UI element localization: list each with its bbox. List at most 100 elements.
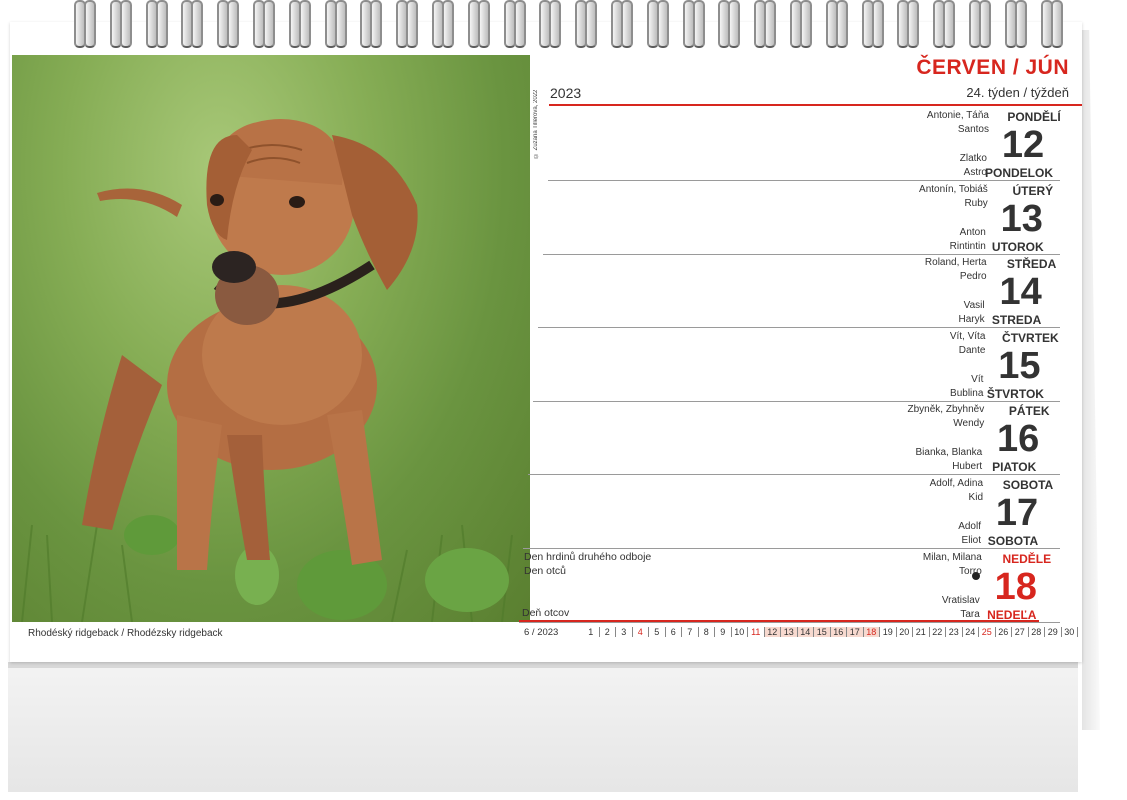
name-days-top: Antonie, Táňa Santos [927, 109, 989, 137]
name-day-sk: Wendy [953, 418, 985, 430]
name-days-bottom: Bianka, Blanka Hubert [915, 446, 982, 474]
mini-calendar-day: 24 [963, 627, 979, 637]
name-day-sk: Astro [963, 167, 987, 178]
binding-ring [396, 0, 419, 48]
name-day-sk: Ruby [964, 197, 988, 209]
mini-calendar-day: 5 [649, 627, 666, 637]
mini-calendar-day: 11 [748, 627, 765, 637]
day-name-cz: SOBOTA [1002, 478, 1054, 492]
binding-ring [682, 0, 705, 48]
mini-calendar-day: 6 [666, 627, 682, 637]
name-day-sk: Haryk [958, 314, 985, 326]
binding-ring [539, 0, 562, 48]
day-name-cz: ÚTERÝ [1012, 183, 1054, 198]
binding-ring [933, 0, 956, 48]
day-number: 15 [998, 344, 1041, 387]
binding-ring [432, 0, 454, 48]
name-day-sk: Tara [960, 608, 980, 620]
month-title: ČERVEN / JÚN [916, 56, 1069, 79]
binding-ring [109, 0, 132, 48]
mini-calendar-day: 14 [797, 627, 814, 637]
holiday-cz-1: Den hrdinů druhého odboje [524, 551, 652, 563]
day-number: 13 [1000, 197, 1043, 240]
name-days-top: Roland, Herta Pedro [925, 256, 987, 284]
name-day-sk: Santos [957, 124, 989, 135]
calendar-stand [8, 662, 1078, 792]
mini-calendar-day: 4 [633, 627, 649, 637]
mini-calendar-day: 26 [996, 627, 1012, 637]
binding-ring [1004, 0, 1027, 48]
binding-ring [360, 0, 383, 48]
day-number: 12 [1001, 124, 1045, 166]
name-day-sk: Rintintin [949, 240, 986, 252]
mini-calendar-day: 12 [764, 627, 781, 637]
binding-ring [467, 0, 490, 48]
mini-calendar-day: 17 [847, 627, 864, 637]
binding-ring [825, 0, 848, 48]
year-label: 2023 [550, 85, 582, 101]
name-day-sk: Dante [958, 344, 986, 356]
binding-ring [790, 0, 812, 48]
day-name-sk: NEDEĽA [987, 607, 1037, 622]
mini-calendar-day: 9 [715, 627, 732, 637]
name-day-cz: Zbyněk, Zbyhněv [907, 404, 985, 416]
binding-ring [718, 0, 741, 48]
name-day-cz: Bianka, Blanka [915, 447, 983, 459]
name-days-bottom: Adolf Eliot [958, 520, 981, 548]
name-day-sk: Bublina [950, 387, 984, 399]
mini-calendar-day: 25 [979, 627, 996, 637]
holiday-sk-1: Deň otcov [522, 607, 570, 619]
mini-calendar-day: 1 [583, 627, 600, 637]
binding-ring [646, 0, 669, 48]
name-days-bottom: Vratislav Tara [942, 594, 980, 622]
mini-calendar-day: 3 [616, 627, 633, 637]
binding-ring [74, 0, 96, 48]
mini-calendar-day: 28 [1029, 627, 1045, 637]
name-days-bottom: Vít Bublina [950, 373, 983, 401]
mini-calendar-label: 6 / 2023 [524, 627, 559, 638]
mini-calendar-day: 8 [699, 627, 715, 637]
header-rule [549, 104, 1082, 106]
day-name-cz: STŘEDA [1006, 257, 1057, 272]
name-day-cz: Anton [959, 226, 986, 238]
name-day-cz: Milan, Milana [922, 551, 982, 563]
name-day-cz: Vít [971, 373, 984, 385]
binding-ring [324, 0, 347, 48]
binding-ring [253, 0, 275, 48]
stand-back-edge [1082, 30, 1100, 730]
day-name-sk: STREDA [991, 313, 1042, 328]
day-number: 16 [997, 418, 1040, 461]
mini-calendar: 1 2 3 4 5 6 7 8 9 10 11 12 13 14 15 16 17 18 19 20 21 22 23 24 2… [583, 627, 1078, 637]
name-day-cz: Adolf, Adina [929, 478, 983, 489]
mini-calendar-day: 19 [880, 627, 897, 637]
name-days-bottom: Anton Rintintin [950, 226, 986, 254]
binding-ring [288, 0, 311, 48]
day-name-sk: ŠTVRTOK [986, 386, 1044, 401]
mini-calendar-day: 10 [732, 627, 748, 637]
name-day-cz: Adolf [958, 521, 981, 532]
name-days-top: Milan, Milana Torro [923, 551, 982, 579]
name-days-top: Antonín, Tobiáš Ruby [919, 183, 988, 211]
mini-calendar-day: 2 [600, 627, 616, 637]
mini-calendar-day: 13 [781, 627, 798, 637]
name-day-cz: Zlatko [959, 153, 987, 164]
photo-credit: © Zuzana Tillerová, 2022 [533, 89, 539, 158]
spiral-binding [74, 0, 1074, 48]
name-day-cz: Vít, Víta [949, 330, 986, 342]
mini-calendar-day: 23 [946, 627, 963, 637]
binding-ring [754, 0, 777, 48]
name-day-sk: Eliot [961, 535, 981, 546]
name-day-cz: Antonie, Táňa [926, 110, 989, 121]
binding-ring [969, 0, 991, 48]
day-number: 17 [995, 492, 1039, 534]
mini-calendar-day: 22 [930, 627, 946, 637]
binding-ring [1040, 0, 1063, 48]
name-day-cz: Vratislav [941, 594, 980, 606]
stand-edge [8, 662, 1078, 668]
binding-ring [861, 0, 884, 48]
day-name-sk: UTOROK [991, 239, 1044, 254]
binding-ring [217, 0, 240, 48]
binding-ring [145, 0, 168, 48]
binding-ring [503, 0, 526, 48]
day-name-sk: PIATOK [992, 460, 1037, 475]
